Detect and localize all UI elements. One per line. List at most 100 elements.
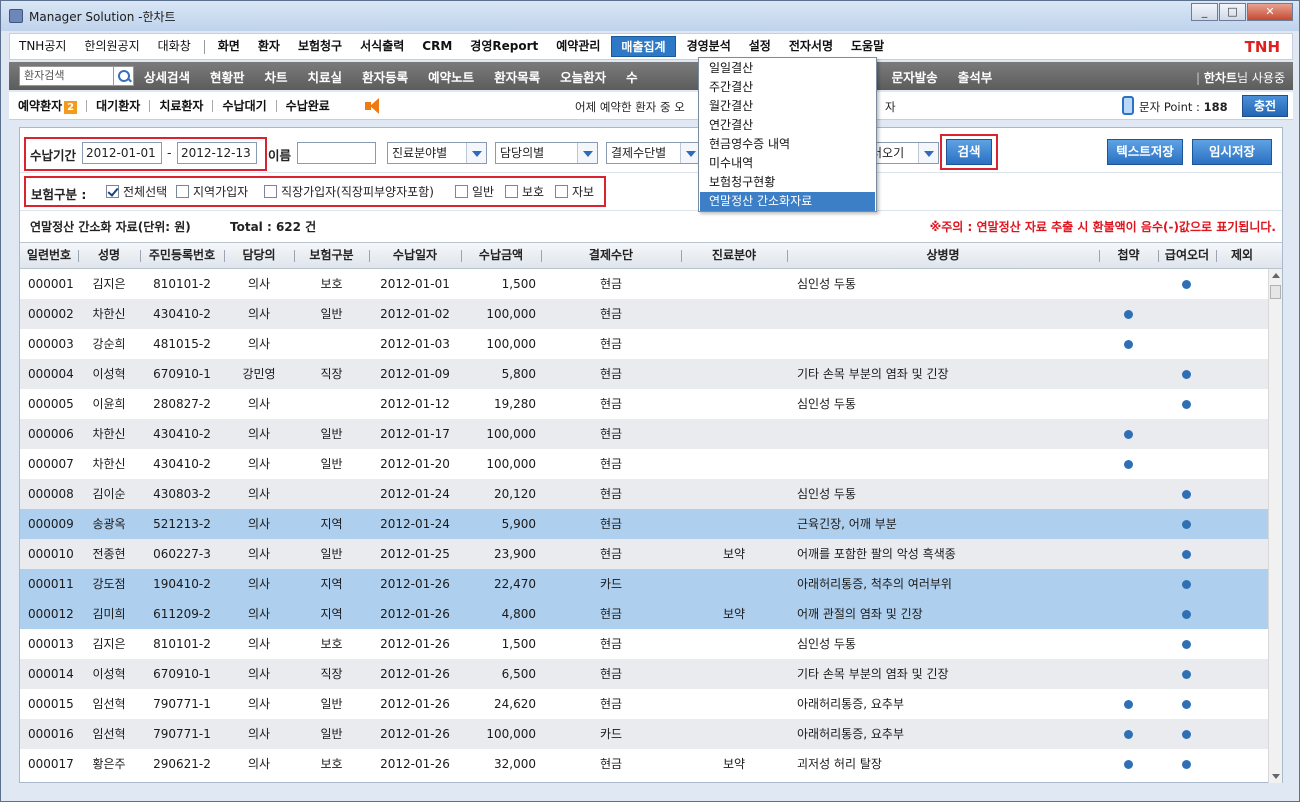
table-row[interactable]: 000009 송광옥 521213-2 의사 지역 2012-01-24 5,900 현금 근육… [20,509,1268,539]
status-tab-4[interactable]: 수납완료 [277,97,339,114]
dropdown-item-2[interactable]: 월간결산 [700,97,875,116]
maximize-button[interactable]: □ [1219,3,1246,21]
dropdown-item-1[interactable]: 주간결산 [700,78,875,97]
temp-save-button[interactable]: 임시저장 [1192,139,1272,165]
insurance-checkbox-0[interactable]: 전체선택 [106,183,167,200]
table-row[interactable]: 000010 전종현 060227-3 의사 일반 2012-01-25 23,900 현금 보… [20,539,1268,569]
close-button[interactable]: ✕ [1247,3,1293,21]
column-header-12[interactable]: 제외 [1216,243,1268,268]
column-header-2[interactable]: 주민등록번호 [140,243,224,268]
patient-search-input[interactable]: 환자검색 [19,66,114,86]
column-header-4[interactable]: 보험구분 [294,243,369,268]
insurance-checkbox-2[interactable]: 직장가입자(직장피부양자포함) [264,183,434,200]
table-row[interactable]: 000003 강순희 481015-2 의사 2012-01-03 100,000 현금 [20,329,1268,359]
scroll-thumb[interactable] [1270,285,1281,299]
column-header-1[interactable]: 성명 [78,243,140,268]
chevron-down-icon [680,143,700,163]
menu-item-7[interactable]: CRM [413,34,461,59]
table-row[interactable]: 000006 차한신 430410-2 의사 일반 2012-01-17 100,000 현금 [20,419,1268,449]
column-header-10[interactable]: 첩약 [1099,243,1158,268]
status-tab-0[interactable]: 예약환자 2 [9,97,86,114]
cell-pay: 현금 [599,337,623,351]
payment-select[interactable]: 결제수단별 [606,142,701,164]
menu-item-8[interactable]: 경영Report [461,34,547,59]
toolbar-item-12[interactable]: 출석부 [948,67,1003,86]
cell-doctor: 의사 [247,277,271,291]
table-row[interactable]: 000002 차한신 430410-2 의사 일반 2012-01-02 100,000 현금 [20,299,1268,329]
dropdown-item-4[interactable]: 현금영수증 내역 [700,135,875,154]
dropdown-item-5[interactable]: 미수내역 [700,154,875,173]
doctor-select[interactable]: 담당의별 [495,142,598,164]
dropdown-item-0[interactable]: 일일결산 [700,59,875,78]
table-row[interactable]: 000014 이성혁 670910-1 의사 직장 2012-01-26 6,500 현금 기타… [20,659,1268,689]
menu-item-12[interactable]: 설정 [740,34,780,59]
date-from-input[interactable]: 2012-01-01 [82,142,162,164]
scroll-up-icon[interactable] [1269,269,1283,283]
dropdown-item-6[interactable]: 보험청구현황 [700,173,875,192]
menu-item-2[interactable]: 대화창 [149,34,200,59]
status-tab-3[interactable]: 수납대기 [213,97,275,114]
load-select[interactable]: 러오기 [867,142,939,164]
cell-pay: 현금 [599,367,623,381]
scroll-down-icon[interactable] [1269,769,1283,783]
toolbar-item-4[interactable]: 환자등록 [352,67,418,86]
toolbar-item-3[interactable]: 치료실 [298,67,353,86]
menu-item-11[interactable]: 경영분석 [678,34,740,59]
toolbar-item-6[interactable]: 환자목록 [484,67,550,86]
table-row[interactable]: 000011 강도점 190410-2 의사 지역 2012-01-26 22,470 카드 아… [20,569,1268,599]
search-icon[interactable] [114,66,134,86]
date-to-input[interactable]: 2012-12-13 [177,142,257,164]
table-row[interactable]: 000012 김미희 611209-2 의사 지역 2012-01-26 4,800 현금 보약… [20,599,1268,629]
charge-button[interactable]: 충전 [1242,95,1288,117]
menu-item-4[interactable]: 환자 [249,34,289,59]
field-select[interactable]: 진료분야별 [387,142,487,164]
column-header-7[interactable]: 결제수단 [541,243,681,268]
text-save-button[interactable]: 텍스트저장 [1107,139,1183,165]
search-button[interactable]: 검색 [946,139,992,165]
cell-date: 2012-01-26 [380,727,450,741]
column-header-11[interactable]: 급여오더 [1158,243,1216,268]
menu-item-3[interactable]: 화면 [209,34,249,59]
column-header-8[interactable]: 진료분야 [681,243,787,268]
column-header-5[interactable]: 수납일자 [369,243,461,268]
column-header-0[interactable]: 일련번호 [20,243,78,268]
status-tab-2[interactable]: 치료환자 [150,97,212,114]
column-header-9[interactable]: 상병명 [787,243,1099,268]
menu-item-6[interactable]: 서식출력 [351,34,413,59]
menu-item-13[interactable]: 전자서명 [780,34,842,59]
table-row[interactable]: 000004 이성혁 670910-1 강민영 직장 2012-01-09 5,800 현금 기… [20,359,1268,389]
menu-item-5[interactable]: 보험청구 [289,34,351,59]
toolbar-item-5[interactable]: 예약노트 [418,67,484,86]
toolbar-item-0[interactable]: 상세검색 [134,67,200,86]
insurance-checkbox-1[interactable]: 지역가입자 [176,183,248,200]
menu-item-1[interactable]: 한의원공지 [75,34,148,59]
dropdown-item-3[interactable]: 연간결산 [700,116,875,135]
toolbar-item-1[interactable]: 현황판 [200,67,255,86]
name-input[interactable] [297,142,376,164]
menu-item-9[interactable]: 예약관리 [547,34,609,59]
status-tab-1[interactable]: 대기환자 [87,97,149,114]
app-icon [9,9,23,23]
table-row[interactable]: 000017 황은주 290621-2 의사 보호 2012-01-26 32,000 현금 보… [20,749,1268,779]
menu-item-0[interactable]: TNH공지 [10,34,75,59]
toolbar-item-7[interactable]: 오늘환자 [550,67,616,86]
column-header-6[interactable]: 수납금액 [461,243,541,268]
table-row[interactable]: 000005 이윤희 280827-2 의사 2012-01-12 19,280 현금 심인성… [20,389,1268,419]
dropdown-item-7[interactable]: 연말정산 간소화자료 [700,192,875,211]
insurance-checkbox-3[interactable]: 일반 [455,183,494,200]
minimize-button[interactable]: _ [1191,3,1218,21]
insurance-checkbox-4[interactable]: 보호 [505,183,544,200]
vertical-scrollbar[interactable] [1268,269,1282,783]
table-row[interactable]: 000007 차한신 430410-2 의사 일반 2012-01-20 100,000 현금 [20,449,1268,479]
menu-item-10[interactable]: 매출집계 [611,36,676,57]
table-row[interactable]: 000013 김지은 810101-2 의사 보호 2012-01-26 1,500 현금 심인… [20,629,1268,659]
toolbar-item-2[interactable]: 차트 [255,67,298,86]
column-header-3[interactable]: 담당의 [224,243,294,268]
table-row[interactable]: 000001 김지은 810101-2 의사 보호 2012-01-01 1,500 현금 심인… [20,269,1268,299]
table-row[interactable]: 000016 임선혁 790771-1 의사 일반 2012-01-26 100,000 카드… [20,719,1268,749]
table-row[interactable]: 000015 임선혁 790771-1 의사 일반 2012-01-26 24,620 현금 아… [20,689,1268,719]
toolbar-item-11[interactable]: 문자발송 [882,67,948,86]
table-row[interactable]: 000008 김이순 430803-2 의사 2012-01-24 20,120 현금 심인성… [20,479,1268,509]
menu-item-14[interactable]: 도움말 [842,34,893,59]
insurance-checkbox-5[interactable]: 자보 [555,183,594,200]
